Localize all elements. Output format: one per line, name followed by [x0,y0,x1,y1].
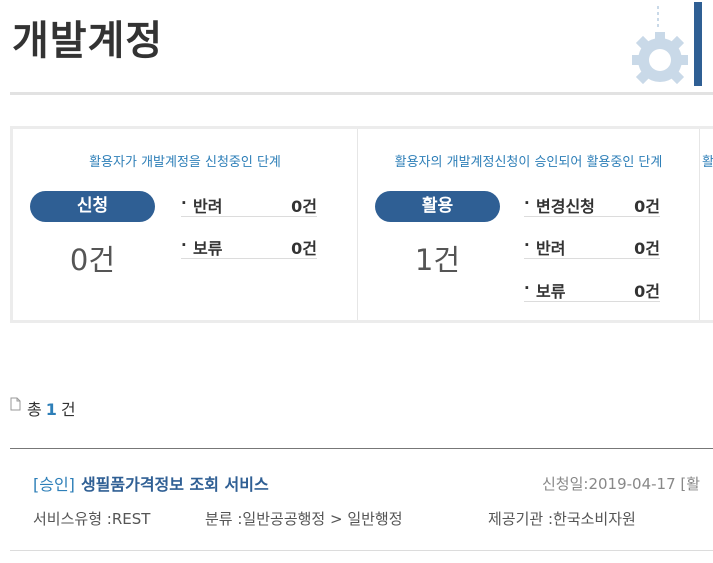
item-name-link[interactable]: 생필품가격정보 조회 서비스 [81,475,269,494]
sub-status-count: 0건 [291,197,317,216]
stage-description: 활용자가 개발계정을 신청중인 단계 [89,155,281,170]
sub-status-hold[interactable]: · 보류 0건 [181,233,317,259]
stage-apply: 활용자가 개발계정을 신청중인 단계 신청 0건 · 반려 0건 · 보류 0건 [13,129,358,320]
sub-status-reject[interactable]: · 반려 0건 [181,191,317,217]
sub-status-count: 0건 [291,239,317,258]
stage-partial: 활 [700,129,713,320]
stage-apply-button[interactable]: 신청 [30,191,155,222]
sub-status-count: 0건 [634,197,660,216]
stage-use: 활용자의 개발계정신청이 승인되어 활용중인 단계 활용 1건 · 변경신청 0… [358,129,700,320]
bullet: · [524,194,530,212]
stage-description: 활 [702,155,713,170]
item-service-type: 서비스유형 :REST [33,510,151,528]
sub-status-label: 변경신청 [536,197,595,216]
list-divider [10,550,713,551]
list-item-title[interactable]: [승인] 생필품가격정보 조회 서비스 [33,471,269,495]
gear-icon [632,2,702,86]
bullet: · [181,194,187,212]
list-divider [10,448,713,449]
item-category: 분류 :일반공공행정 > 일반행정 [205,510,403,528]
sub-status-label: 반려 [536,239,566,258]
sub-status-label: 보류 [536,282,566,301]
sub-status-label: 반려 [193,197,223,216]
sub-status-label: 보류 [193,239,223,258]
total-count: 총1건 [10,396,76,420]
sub-status-count: 0건 [634,282,660,301]
bullet: · [524,236,530,254]
title-divider [10,92,713,95]
total-suffix: 건 [60,400,76,419]
page-title: 개발계정 [12,18,164,64]
sub-status-reject[interactable]: · 반려 0건 [524,233,660,259]
item-apply-date: 신청일:2019-04-17 [활 [542,475,701,493]
stage-use-count[interactable]: 1건 [375,237,500,279]
item-provider: 제공기관 :한국소비자원 [488,510,636,528]
total-prefix: 총 [27,400,42,419]
stage-description: 활용자의 개발계정신청이 승인되어 활용중인 단계 [394,155,663,170]
bullet: · [181,236,187,254]
stage-use-button[interactable]: 활용 [375,191,500,222]
item-status: [승인] [33,475,75,494]
status-summary: 활용자가 개발계정을 신청중인 단계 신청 0건 · 반려 0건 · 보류 0건… [10,126,713,323]
sub-status-change-request[interactable]: · 변경신청 0건 [524,191,660,217]
bullet: · [524,279,530,297]
sub-status-count: 0건 [634,239,660,258]
total-number: 1 [45,400,57,419]
document-icon [10,397,21,411]
sub-status-hold[interactable]: · 보류 0건 [524,276,660,302]
stage-apply-count[interactable]: 0건 [30,237,155,279]
